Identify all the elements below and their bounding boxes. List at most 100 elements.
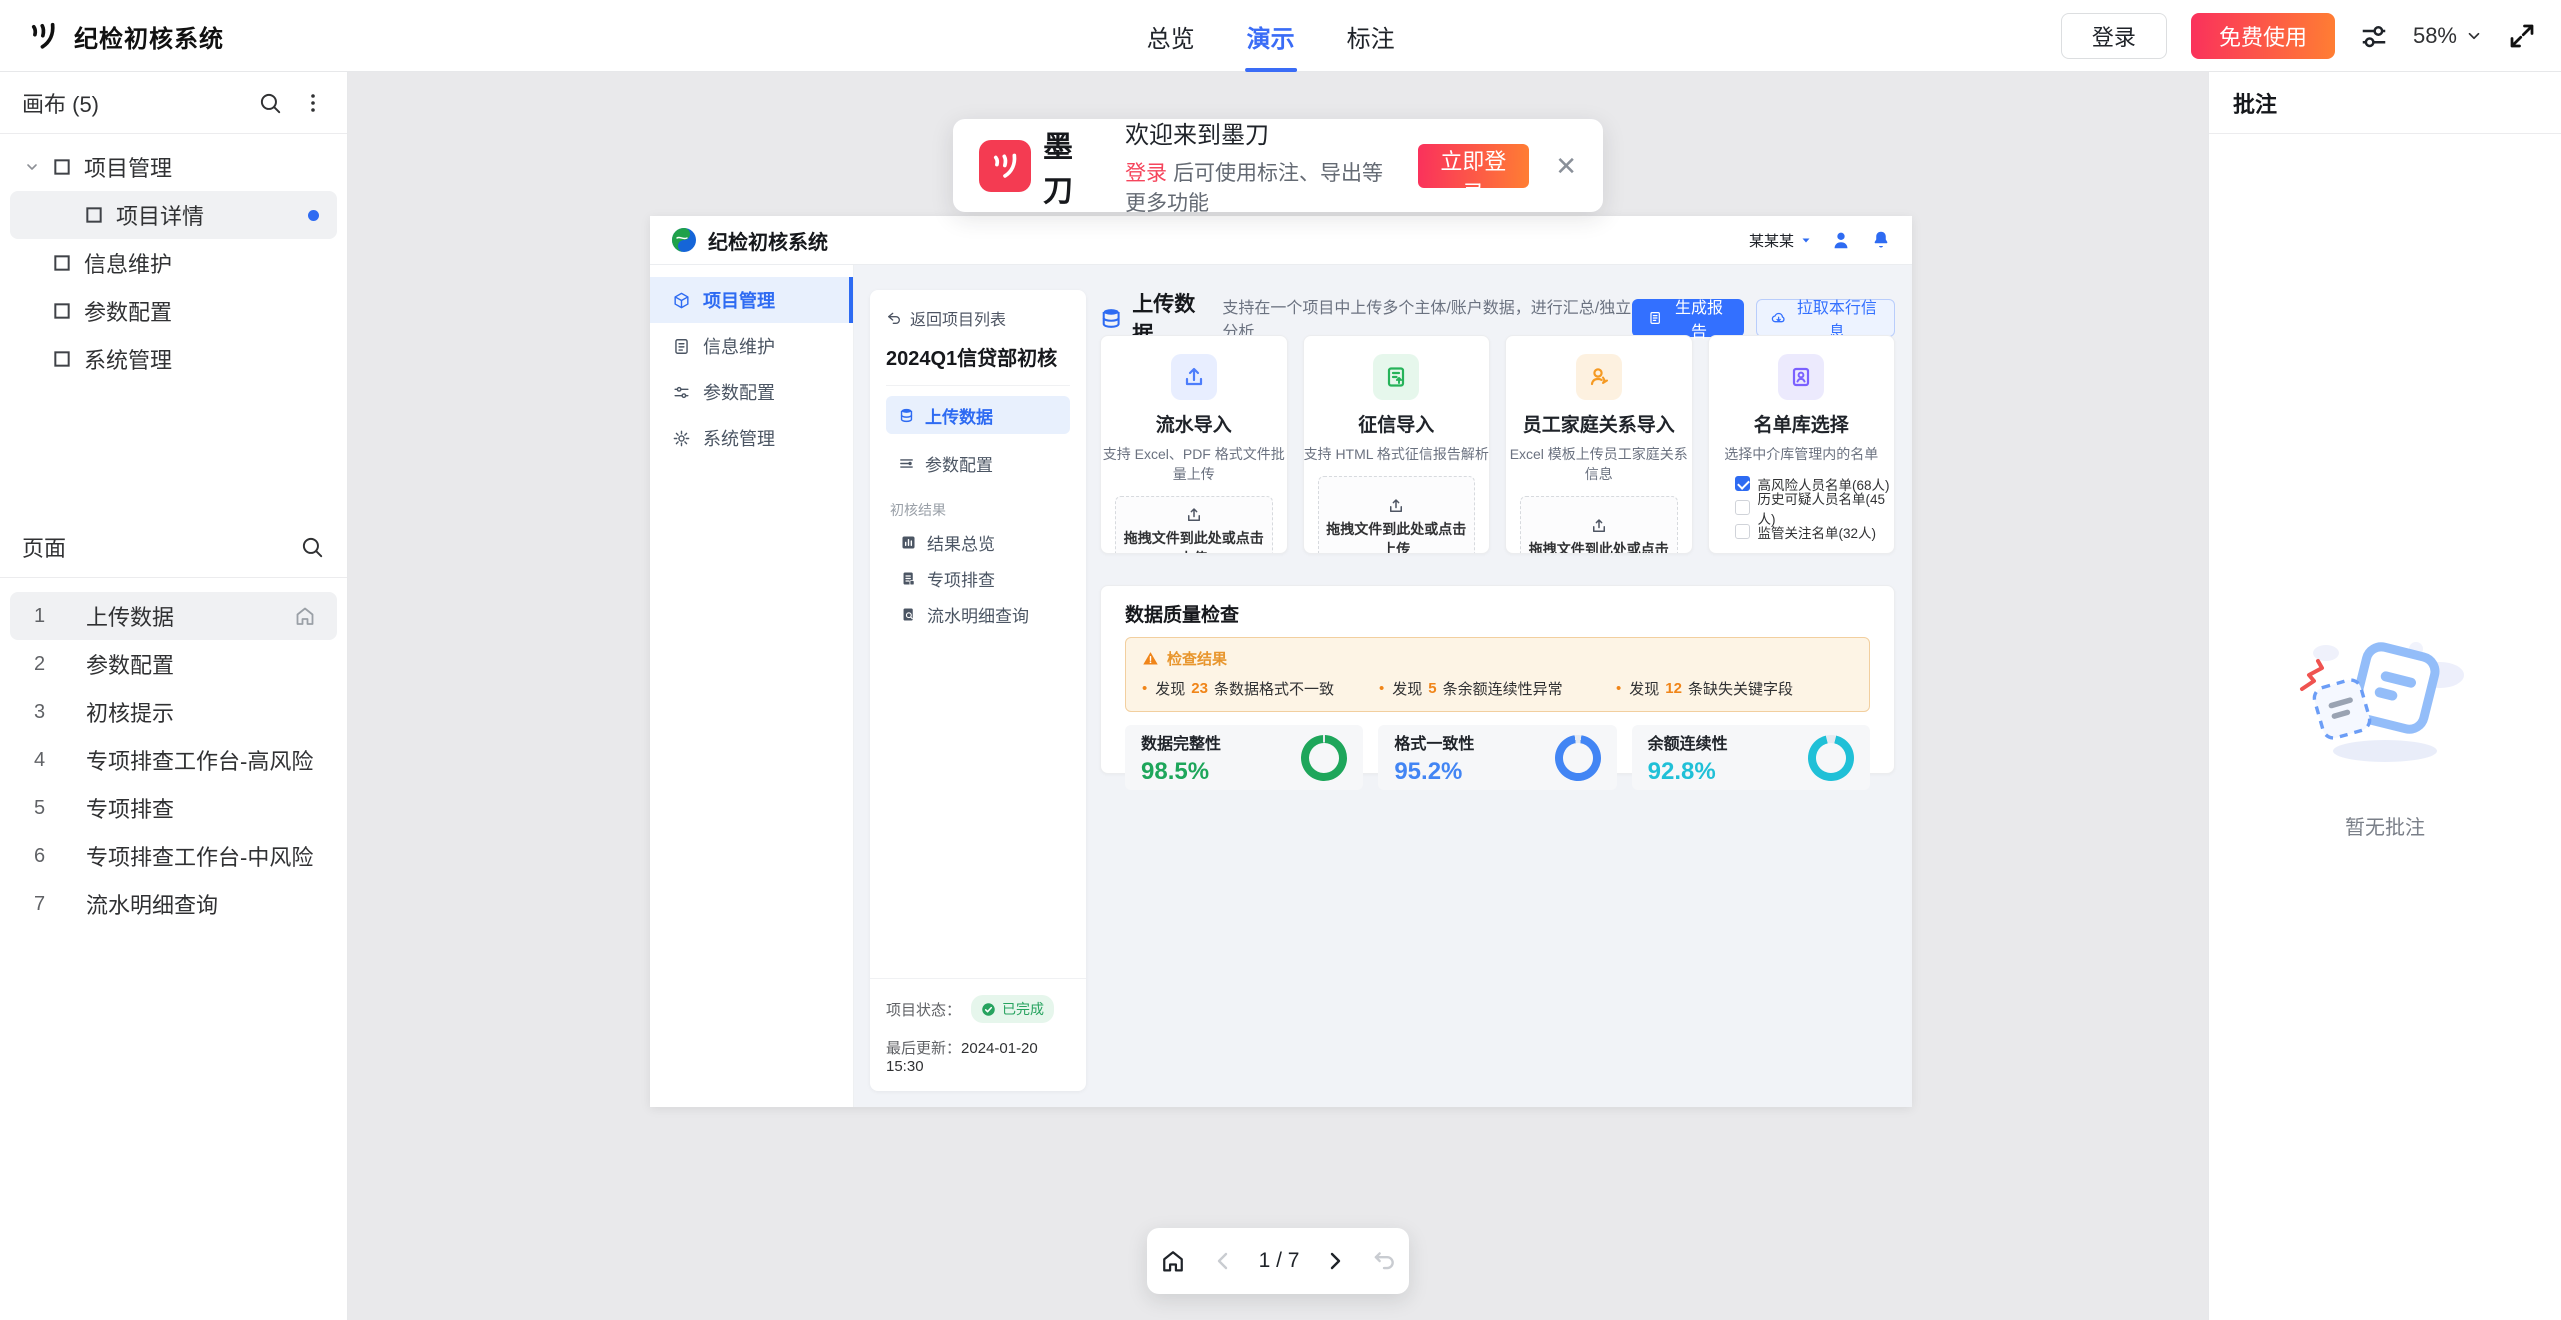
next-page-icon[interactable] [1323, 1249, 1347, 1273]
search-icon[interactable] [299, 534, 325, 560]
preferences-icon[interactable] [2359, 21, 2389, 51]
section-label: 初核结果 [890, 500, 1070, 520]
more-menu-icon[interactable] [301, 91, 325, 115]
login-button[interactable]: 登录 [2061, 13, 2167, 59]
search-icon[interactable] [257, 90, 283, 116]
canvas-section-header: 画布 (5) [0, 72, 347, 134]
metric-label: 余额连续性 [1648, 730, 1728, 754]
frame-icon [52, 301, 72, 321]
tree-item-info-maintenance[interactable]: 信息维护 [0, 239, 347, 287]
mock-sidebar: 项目管理 信息维护 [650, 265, 854, 1107]
mock-sidebar-label: 信息维护 [703, 333, 775, 359]
comments-empty-state: 暂无批注 [2209, 627, 2561, 840]
doc-list-icon [900, 570, 917, 587]
project-nav-results-overview[interactable]: 结果总览 [886, 524, 1070, 560]
warning-icon [1142, 650, 1159, 667]
page-list-item[interactable]: 2 参数配置 [10, 640, 337, 688]
page-list-item[interactable]: 1 上传数据 [10, 592, 337, 640]
sliders-icon [898, 455, 915, 472]
mock-sidebar-item-project[interactable]: 项目管理 [650, 277, 853, 323]
fetch-bank-info-button[interactable]: 拉取本行信息 [1756, 299, 1895, 337]
back-to-projects[interactable]: 返回项目列表 [886, 306, 1070, 330]
zoom-level: 58% [2413, 23, 2457, 49]
banner-texts: 欢迎来到墨刀 登录后可使用标注、导出等更多功能 [1125, 115, 1388, 217]
tree-item-project-detail[interactable]: 项目详情 [10, 191, 337, 239]
status-text: 已完成 [1002, 999, 1044, 1019]
layers-panel: 画布 (5) 项目管理 [0, 72, 348, 1320]
bank-logo-icon [670, 226, 698, 254]
project-nav-upload-data[interactable]: 上传数据 [886, 396, 1070, 434]
tab-present-label: 演示 [1247, 19, 1295, 54]
user-menu[interactable]: 某某某 [1749, 230, 1812, 251]
dropzone[interactable]: 拖拽文件到此处或点击上传 支持格式: xlsx, xls [1520, 496, 1678, 554]
generate-report-button[interactable]: 生成报告 [1632, 299, 1744, 337]
tree-item-label: 项目详情 [116, 199, 204, 231]
home-icon[interactable] [1159, 1247, 1187, 1275]
list-option-regulator-watch[interactable]: 监管关注名单(32人) [1735, 522, 1895, 541]
dropzone[interactable]: 拖拽文件到此处或点击上传 支持格式: html [1318, 476, 1476, 554]
page-label: 专项排查工作台-高风险 [86, 744, 313, 776]
comments-panel: 批注 暂无批注 [2208, 72, 2561, 1320]
metric-value: 98.5% [1141, 758, 1221, 786]
donut-chart [1300, 733, 1348, 781]
mock-content-area: 返回项目列表 2024Q1信贷部初核 上传数据 [854, 265, 1912, 1107]
updated-label: 最后更新： [886, 1040, 961, 1057]
checkbox[interactable] [1735, 524, 1750, 539]
restart-icon[interactable] [1371, 1248, 1397, 1274]
project-nav-flow-detail[interactable]: 流水明细查询 [886, 596, 1070, 632]
project-nav-panel: 返回项目列表 2024Q1信贷部初核 上传数据 [870, 290, 1086, 1091]
project-nav-param-config[interactable]: 参数配置 [886, 444, 1070, 482]
fullscreen-icon[interactable] [2507, 21, 2537, 51]
report-icon [1648, 310, 1662, 326]
upload-card-flow: 流水导入 支持 Excel、PDF 格式文件批量上传 拖拽文件到此处或点击上传 … [1100, 335, 1288, 554]
upload-icon [1171, 354, 1217, 400]
gear-icon [672, 429, 691, 448]
bell-icon[interactable] [1870, 229, 1892, 251]
page-list-item[interactable]: 3 初核提示 [10, 688, 337, 736]
project-nav-special-check[interactable]: 专项排查 [886, 560, 1070, 596]
app-title: 纪检初核系统 [74, 19, 224, 54]
mock-sidebar-item-info[interactable]: 信息维护 [650, 323, 853, 369]
tree-item-system-management[interactable]: 系统管理 [0, 335, 347, 383]
prev-page-icon[interactable] [1211, 1249, 1235, 1273]
page-list-item[interactable]: 5 专项排查 [10, 784, 337, 832]
tab-overview-label: 总览 [1147, 19, 1195, 54]
mock-sidebar-item-params[interactable]: 参数配置 [650, 369, 853, 415]
close-icon[interactable]: ✕ [1555, 153, 1577, 179]
page-number: 6 [34, 845, 64, 868]
pages-label: 页面 [22, 531, 66, 563]
presentation-canvas: 墨刀 欢迎来到墨刀 登录后可使用标注、导出等更多功能 立即登录 ✕ 纪检初核系统 [348, 72, 2208, 1320]
tab-annotate[interactable]: 标注 [1347, 0, 1395, 72]
tab-overview[interactable]: 总览 [1147, 0, 1195, 72]
page-number: 7 [34, 893, 64, 916]
metric-balance-continuity: 余额连续性 92.8% [1632, 725, 1870, 790]
tree-item-label: 系统管理 [84, 343, 172, 375]
page-list-item[interactable]: 6 专项排查工作台-中风险 [10, 832, 337, 880]
frame-icon [84, 205, 104, 225]
checkbox[interactable] [1735, 476, 1750, 491]
user-icon[interactable] [1830, 229, 1852, 251]
database-icon [1100, 306, 1122, 330]
mock-sidebar-label: 参数配置 [703, 379, 775, 405]
brand-wordmark: 墨刀 [1043, 122, 1089, 210]
tab-present[interactable]: 演示 [1247, 0, 1295, 72]
free-use-button[interactable]: 免费使用 [2191, 13, 2335, 59]
zoom-control[interactable]: 58% [2413, 23, 2483, 49]
tree-item-parameter-config[interactable]: 参数配置 [0, 287, 347, 335]
list-option-history-suspect[interactable]: 历史可疑人员名单(45人) [1735, 498, 1895, 517]
status-label: 项目状态： [886, 999, 961, 1020]
chevron-down-icon[interactable] [24, 159, 40, 175]
card-title: 征信导入 [1304, 410, 1490, 437]
page-list-item[interactable]: 7 流水明细查询 [10, 880, 337, 928]
checkbox[interactable] [1735, 500, 1750, 515]
tree-item-project-management[interactable]: 项目管理 [0, 143, 347, 191]
comments-header: 批注 [2209, 72, 2561, 134]
mock-sidebar-item-system[interactable]: 系统管理 [650, 415, 853, 461]
login-now-button[interactable]: 立即登录 [1418, 144, 1530, 188]
tree-item-label: 项目管理 [84, 151, 172, 183]
login-link[interactable]: 登录 [1125, 162, 1167, 185]
page-list-item[interactable]: 4 专项排查工作台-高风险 [10, 736, 337, 784]
project-status-block: 项目状态： 已完成 最后更新：2024-01 [870, 978, 1086, 1091]
dropzone[interactable]: 拖拽文件到此处或点击上传 支持格式: xlsx, xls, pdf [1115, 496, 1273, 554]
finding-prefix: 发现 [1392, 678, 1422, 699]
